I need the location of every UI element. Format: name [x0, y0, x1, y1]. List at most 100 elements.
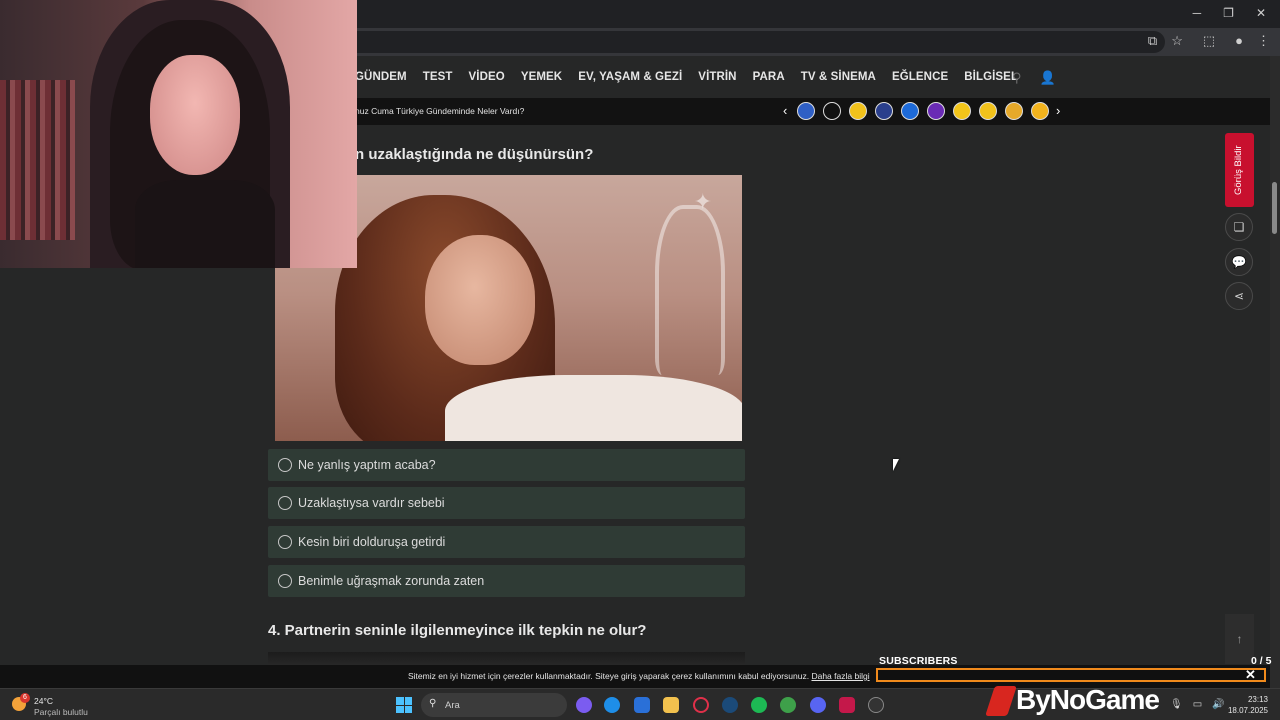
reaction-badge-icon[interactable] [901, 102, 919, 120]
reaction-badge-icon[interactable] [1031, 102, 1049, 120]
restore-icon[interactable]: ❐ [1223, 6, 1234, 20]
nav-item[interactable]: BİLGİSEL [964, 71, 1018, 83]
brand-text: ByNoGame [1016, 684, 1160, 715]
feedback-label: Görüş Bildir [1233, 145, 1244, 195]
copilot-icon[interactable] [576, 697, 592, 713]
toolbar-icons: ⧉ ☆ ⬚ ● ⋮ [1148, 33, 1270, 49]
comments-icon[interactable]: 💬 [1225, 248, 1253, 276]
opera-icon[interactable] [693, 697, 709, 713]
answer-label: Ne yanlış yaptım acaba? [298, 458, 436, 472]
scrollbar-thumb[interactable] [1272, 182, 1277, 234]
store-icon[interactable] [634, 697, 650, 713]
radio-icon[interactable] [278, 574, 292, 588]
close-window-icon[interactable]: ✕ [1256, 6, 1266, 20]
radio-icon[interactable] [278, 458, 292, 472]
nav-tools: ⚲ 👤 [1012, 70, 1056, 86]
extensions-icon[interactable]: ⬚ [1203, 33, 1215, 49]
nav-item[interactable]: GÜNDEM [355, 71, 407, 83]
windows-start-icon[interactable] [396, 697, 412, 713]
nav-item[interactable]: EV, YAŞAM & GEZİ [578, 71, 682, 83]
weather-temp: 24°C [34, 696, 53, 706]
profile-icon[interactable]: ● [1235, 33, 1243, 49]
chrome-icon[interactable] [780, 697, 796, 713]
nav-item[interactable]: TV & SİNEMA [801, 71, 876, 83]
obs-icon[interactable] [868, 697, 884, 713]
answer-option-4[interactable]: Benimle uğraşmak zorunda zaten [268, 565, 745, 597]
nav-item[interactable]: YEMEK [521, 71, 562, 83]
app-icon[interactable] [839, 697, 855, 713]
clock[interactable]: 23:13 18.07.2025 [1226, 694, 1268, 716]
volume-icon[interactable]: 🔊 [1212, 699, 1224, 710]
spotify-icon[interactable] [751, 697, 767, 713]
edge-icon[interactable] [604, 697, 620, 713]
share-icon[interactable]: ⋖ [1225, 282, 1253, 310]
reaction-badge-icon[interactable] [823, 102, 841, 120]
discord-icon[interactable] [810, 697, 826, 713]
install-app-icon[interactable]: ⧉ [1148, 33, 1157, 49]
weather-desc: Parçalı bulutlu [34, 707, 88, 717]
question-title-4: 4. Partnerin seninle ilgilenmeyince ilk … [268, 622, 647, 639]
scrollbar[interactable] [1270, 56, 1280, 688]
screen: ─ ❐ ✕ ⧉ ☆ ⬚ ● ⋮ GÜNDEM TEST VİDEO YEMEK EV, … [0, 0, 1280, 720]
webcam-body [135, 180, 275, 268]
image-shirt [445, 375, 742, 441]
subscribers-progress [876, 668, 1266, 682]
webcam-face [150, 55, 240, 175]
user-icon[interactable]: 👤 [1040, 70, 1056, 86]
file-explorer-icon[interactable] [663, 697, 679, 713]
watermark-icon: ✦ [693, 189, 712, 214]
reaction-badge-icon[interactable] [797, 102, 815, 120]
question-title: n uzaklaştığında ne düşünürsün? [355, 146, 594, 163]
bookmark-star-icon[interactable]: ☆ [1171, 33, 1183, 49]
bookmark-icon[interactable]: ❏ [1225, 213, 1253, 241]
reaction-badge-icon[interactable] [875, 102, 893, 120]
reaction-badge-icon[interactable] [1005, 102, 1023, 120]
mouse-cursor-icon [893, 459, 899, 471]
radio-icon[interactable] [278, 535, 292, 549]
weather-badge: 6 [20, 693, 30, 703]
cookie-message: Sitemiz en iyi hizmet için çerezler kull… [408, 671, 810, 681]
search-icon: ⚲ [429, 698, 437, 709]
nav-item[interactable]: EĞLENCE [892, 71, 948, 83]
answer-label: Benimle uğraşmak zorunda zaten [298, 574, 485, 588]
menu-icon[interactable]: ⋮ [1257, 33, 1270, 49]
nav-item[interactable]: VİDEO [469, 71, 505, 83]
answer-option-2[interactable]: Uzaklaştıysa vardır sebebi [268, 487, 745, 519]
reaction-badge-icon[interactable] [927, 102, 945, 120]
scroll-to-top-icon[interactable]: ↑ [1225, 614, 1254, 664]
answer-option-1[interactable]: Ne yanlış yaptım acaba? [268, 449, 745, 481]
ticker-prev-icon[interactable]: ‹ [783, 103, 787, 118]
search-icon[interactable]: ⚲ [1012, 70, 1022, 86]
feedback-button[interactable]: Görüş Bildir [1225, 133, 1254, 207]
nav-item[interactable]: TEST [423, 71, 453, 83]
reaction-badge-icon[interactable] [979, 102, 997, 120]
answer-option-3[interactable]: Kesin biri dolduruşa getirdi [268, 526, 745, 558]
nav-menu: GÜNDEM TEST VİDEO YEMEK EV, YAŞAM & GEZİ VİTR… [355, 71, 1018, 83]
nav-item[interactable]: VİTRİN [698, 71, 736, 83]
window-controls: ─ ❐ ✕ [1193, 6, 1266, 20]
radio-icon[interactable] [278, 496, 292, 510]
answer-label: Kesin biri dolduruşa getirdi [298, 535, 446, 549]
clock-time: 23:13 [1247, 695, 1268, 704]
reaction-badges [797, 102, 1049, 120]
reaction-badge-icon[interactable] [849, 102, 867, 120]
ticker-headline[interactable]: nuz Cuma Türkiye Gündeminde Neler Vardı? [355, 106, 524, 116]
network-icon[interactable]: ▭ [1193, 699, 1202, 710]
ticker-next-icon[interactable]: › [1056, 103, 1060, 118]
steam-icon[interactable] [722, 697, 738, 713]
minimize-icon[interactable]: ─ [1193, 6, 1202, 20]
clock-date: 18.07.2025 [1227, 706, 1268, 715]
brand-logo: ByNoGame [985, 684, 1180, 720]
taskbar-search[interactable]: ⚲ Ara [421, 693, 567, 717]
cookie-text: Sitemiz en iyi hizmet için çerezler kull… [408, 671, 870, 681]
brand-mark-icon [985, 686, 1017, 716]
nav-item[interactable]: PARA [753, 71, 785, 83]
close-icon[interactable]: ✕ [1245, 667, 1256, 683]
subscribers-count: 0 / 5 [1251, 655, 1272, 667]
cookie-more-link[interactable]: Daha fazla bilgi [811, 671, 869, 681]
webcam-bookshelf [0, 80, 75, 240]
reaction-badge-icon[interactable] [953, 102, 971, 120]
image-lamp [655, 205, 725, 375]
taskbar-search-placeholder: Ara [445, 700, 460, 711]
subscribers-label: SUBSCRIBERS [879, 655, 958, 667]
